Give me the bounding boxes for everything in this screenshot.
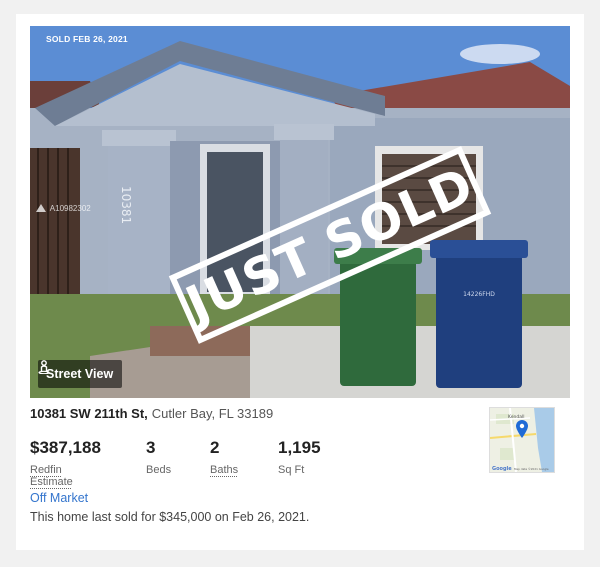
street-view-button[interactable]: Street View (38, 360, 123, 388)
sqft-value: 1,195 (278, 438, 321, 457)
street-address: 10381 SW 211th St, (30, 406, 148, 421)
baths-value: 2 (210, 438, 220, 457)
map-image: Kendall Google Map data ©2021 Google (490, 408, 554, 472)
watermark-id: A10982302 (49, 204, 91, 213)
listing-watermark: A10982302 (36, 204, 91, 213)
city-state-zip: Cutler Bay, FL 33189 (151, 406, 274, 421)
listing-status-link[interactable]: Off Market (30, 491, 88, 505)
stat-beds: 3 Beds (146, 438, 171, 476)
map-attribution: Map data ©2021 Google (514, 467, 549, 471)
sqft-label: Sq Ft (278, 464, 305, 476)
estimate-label[interactable]: Redfin Estimate (30, 464, 101, 488)
map-thumbnail[interactable]: Kendall Google Map data ©2021 Google (489, 407, 555, 473)
sold-date-badge: SOLD FEB 26, 2021 (46, 34, 128, 44)
stat-sqft: 1,195 Sq Ft (278, 438, 321, 476)
mls-logo-icon (36, 204, 46, 213)
beds-value: 3 (146, 438, 156, 457)
baths-label[interactable]: Baths (210, 464, 238, 476)
person-pin-icon (38, 360, 50, 374)
street-view-label: Street View (46, 367, 114, 381)
stat-estimate: $387,188 Redfin Estimate (30, 438, 101, 488)
property-photo[interactable]: 14226FHD 10381 SOLD FEB 26, 2021 A109823… (30, 26, 570, 398)
map-place-label: Kendall (508, 414, 524, 420)
map-logo: Google (492, 466, 512, 472)
listing-card: 14226FHD 10381 SOLD FEB 26, 2021 A109823… (16, 14, 584, 550)
house-number-text: 10381 (119, 186, 133, 224)
property-address: 10381 SW 211th St, Cutler Bay, FL 33189 (30, 406, 273, 421)
sale-description: This home last sold for $345,000 on Feb … (30, 510, 310, 524)
bin-label-text: 14226FHD (463, 291, 495, 298)
estimate-value: $387,188 (30, 438, 101, 457)
beds-label: Beds (146, 464, 172, 476)
stat-baths: 2 Baths (210, 438, 238, 476)
